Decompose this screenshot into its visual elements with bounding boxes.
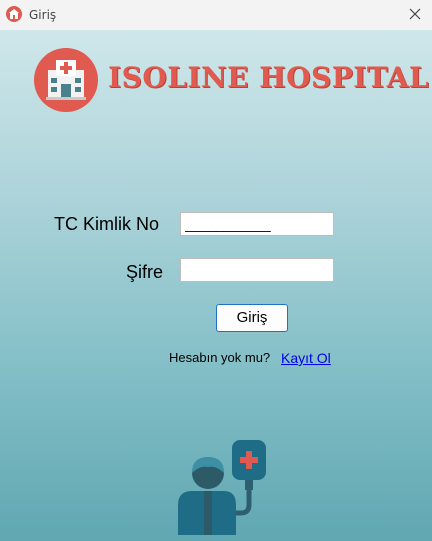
- close-icon: [409, 8, 421, 20]
- window-title: Giriş: [29, 8, 57, 22]
- register-link[interactable]: Kayıt Ol: [281, 350, 331, 366]
- doctor-stethoscope-icon: [174, 435, 270, 535]
- close-button[interactable]: [398, 0, 432, 30]
- password-label: Şifre: [126, 262, 164, 282]
- title-bar[interactable]: Giriş: [0, 0, 432, 30]
- login-window: Giriş ISOLINE HOSPITAL TC Kimlik No ____…: [0, 0, 432, 541]
- login-button[interactable]: Giriş: [216, 304, 288, 332]
- hospital-logo-icon: [34, 48, 98, 112]
- tc-kimlik-label: TC Kimlik No: [54, 214, 160, 234]
- hospital-app-icon: [6, 6, 22, 22]
- tc-kimlik-input[interactable]: [180, 212, 334, 236]
- password-input[interactable]: [180, 258, 334, 282]
- login-panel: ISOLINE HOSPITAL TC Kimlik No Şifre Giri…: [0, 30, 432, 541]
- no-account-text: Hesabın yok mu?: [169, 350, 271, 365]
- hospital-name: ISOLINE HOSPITAL: [108, 61, 430, 94]
